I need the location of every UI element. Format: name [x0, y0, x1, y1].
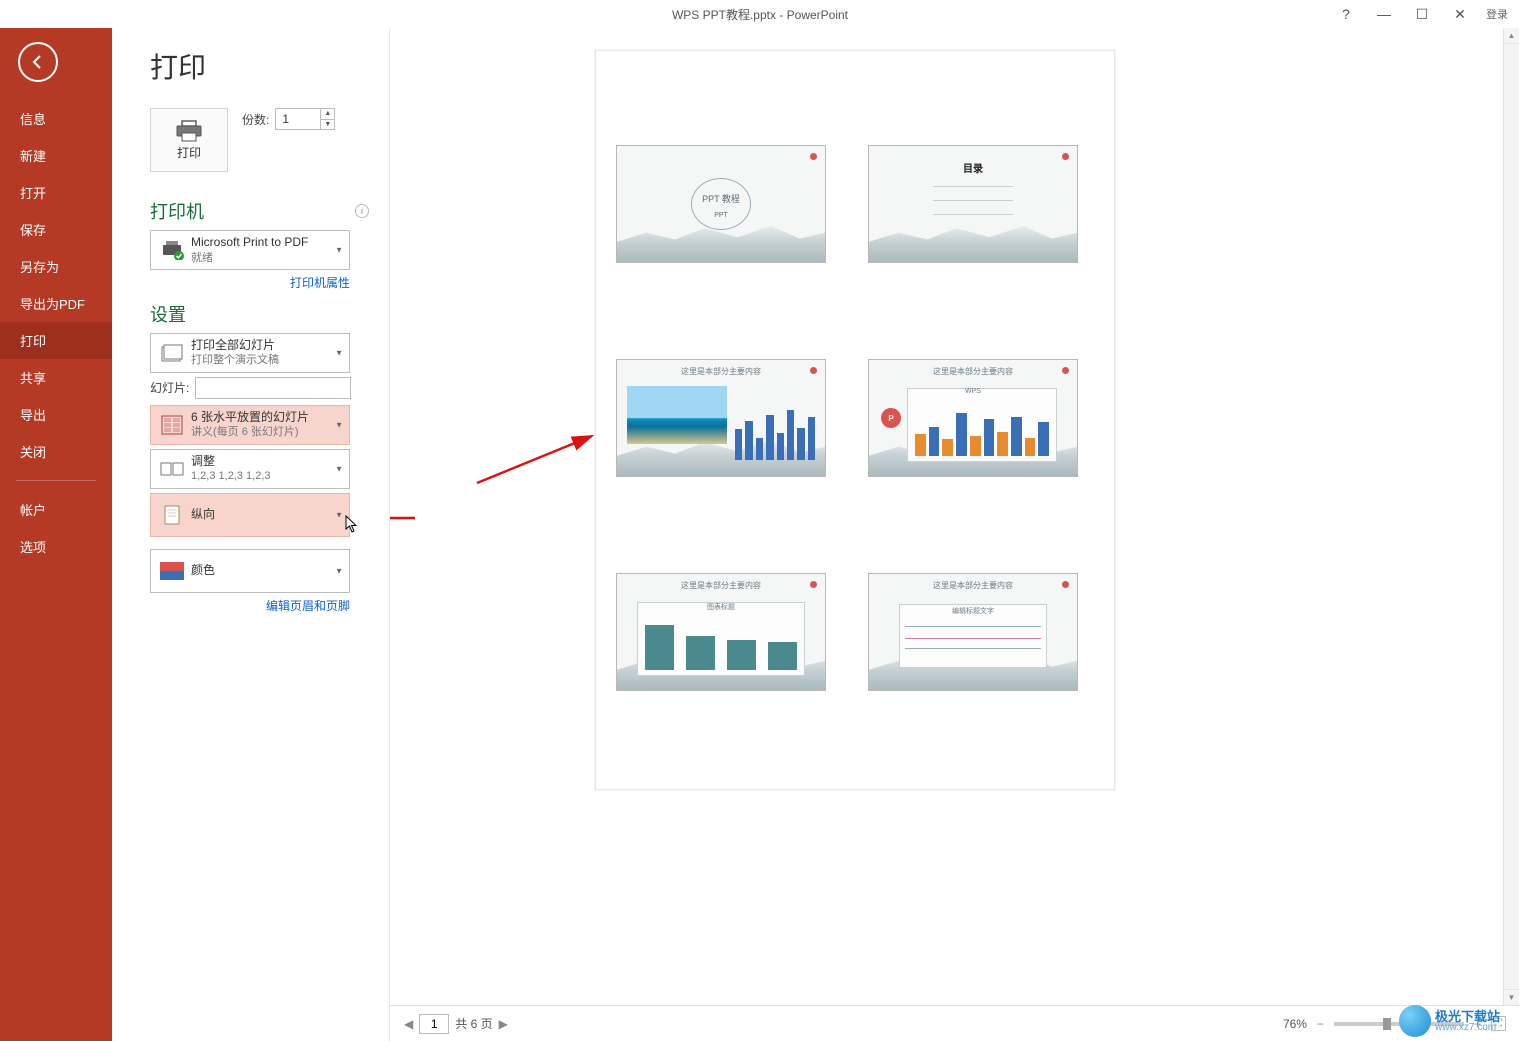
sidebar-item-share[interactable]: 共享	[0, 359, 112, 396]
preview-page: PPT 教程 PPT 目录	[595, 50, 1115, 790]
page-title: 打印	[150, 46, 369, 86]
annotation-arrow-2	[389, 508, 420, 533]
print-button[interactable]: 打印	[150, 108, 228, 172]
window-controls: ? — ☐ ✕ 登录	[1334, 4, 1520, 24]
total-pages-label: 共 6 页	[455, 1015, 492, 1032]
handout-layout-dropdown[interactable]: 6 张水平放置的幻灯片 讲义(每页 6 张幻灯片) ▼	[150, 405, 350, 445]
chevron-down-icon: ▼	[335, 510, 343, 519]
preview-slide-6: 这里是本部分主要内容 编辑标题文字	[868, 573, 1078, 691]
preview-slide-3: 这里是本部分主要内容	[616, 359, 826, 477]
chevron-down-icon: ▼	[335, 348, 343, 357]
print-range-dropdown[interactable]: 打印全部幻灯片 打印整个演示文稿 ▼	[150, 333, 350, 373]
site-logo-icon	[1399, 1005, 1431, 1037]
collate-dropdown[interactable]: 调整 1,2,3 1,2,3 1,2,3 ▼	[150, 449, 350, 489]
sidebar-item-open[interactable]: 打开	[0, 174, 112, 211]
minimize-button[interactable]: —	[1372, 4, 1396, 24]
print-settings-panel: 打印 打印 份数: 1 ▲▼ 打印机	[112, 28, 389, 1041]
sidebar-item-print[interactable]: 打印	[0, 322, 112, 359]
preview-slide-2: 目录	[868, 145, 1078, 263]
sidebar-item-close[interactable]: 关闭	[0, 433, 112, 470]
backstage-sidebar: 信息 新建 打开 保存 另存为 导出为PDF 打印 共享 导出 关闭 帐户 选项	[0, 28, 112, 1041]
zoom-percent-label: 76%	[1283, 1017, 1307, 1031]
scroll-up-icon[interactable]: ▲	[1504, 28, 1519, 44]
next-page-button[interactable]: ▶	[499, 1017, 508, 1031]
slides-range-label: 幻灯片:	[150, 379, 189, 396]
sidebar-divider	[16, 480, 96, 481]
chevron-down-icon: ▼	[335, 464, 343, 473]
printer-status-icon	[159, 237, 185, 263]
sidebar-item-save[interactable]: 保存	[0, 211, 112, 248]
printer-icon	[175, 120, 203, 142]
preview-footer: ◀ 共 6 页 ▶ 76% − + ⛶	[390, 1005, 1520, 1041]
ppt-circle-icon: P	[881, 408, 901, 428]
color-swatch-icon	[160, 562, 184, 580]
scroll-down-icon[interactable]: ▼	[1504, 989, 1519, 1005]
sidebar-item-info[interactable]: 信息	[0, 100, 112, 137]
collate-icon	[159, 456, 185, 482]
annotation-arrow-1	[472, 428, 602, 493]
preview-slide-5: 这里是本部分主要内容 图表标题	[616, 573, 826, 691]
preview-scroll-area[interactable]: PPT 教程 PPT 目录	[390, 28, 1520, 1005]
settings-heading: 设置	[150, 301, 369, 327]
login-link[interactable]: 登录	[1486, 6, 1508, 22]
help-button[interactable]: ?	[1334, 4, 1358, 24]
copies-spinner[interactable]: 1 ▲▼	[275, 108, 335, 130]
back-button[interactable]	[18, 42, 58, 82]
preview-slide-1: PPT 教程 PPT	[616, 145, 826, 263]
chevron-down-icon: ▼	[335, 245, 343, 254]
spin-down-icon[interactable]: ▼	[321, 120, 334, 130]
print-preview-panel: PPT 教程 PPT 目录	[389, 28, 1520, 1041]
back-arrow-icon	[30, 54, 46, 70]
slides-range-input[interactable]	[195, 377, 351, 399]
vertical-scrollbar[interactable]: ▲ ▼	[1503, 28, 1519, 1005]
handout-6-icon	[159, 412, 185, 438]
sidebar-item-export[interactable]: 导出	[0, 396, 112, 433]
chevron-down-icon: ▼	[335, 420, 343, 429]
copies-label: 份数:	[242, 111, 269, 128]
spin-up-icon[interactable]: ▲	[321, 109, 334, 120]
chevron-down-icon: ▼	[335, 566, 343, 575]
prev-page-button[interactable]: ◀	[404, 1017, 413, 1031]
close-button[interactable]: ✕	[1448, 4, 1472, 24]
title-bar: WPS PPT教程.pptx - PowerPoint ? — ☐ ✕ 登录	[0, 0, 1520, 28]
edit-header-footer-link[interactable]: 编辑页眉和页脚	[150, 597, 350, 614]
sidebar-item-saveas[interactable]: 另存为	[0, 248, 112, 285]
page-number-input[interactable]	[419, 1014, 449, 1034]
zoom-out-button[interactable]: −	[1317, 1017, 1324, 1031]
print-button-label: 打印	[177, 144, 201, 161]
site-watermark: 极光下载站 www.xz7.com	[1399, 1005, 1500, 1037]
sidebar-item-options[interactable]: 选项	[0, 528, 112, 565]
printer-heading: 打印机 i	[150, 198, 369, 224]
portrait-icon	[159, 502, 185, 528]
maximize-button[interactable]: ☐	[1410, 4, 1434, 24]
window-title: WPS PPT教程.pptx - PowerPoint	[672, 6, 848, 23]
sidebar-item-account[interactable]: 帐户	[0, 491, 112, 528]
sidebar-item-exportpdf[interactable]: 导出为PDF	[0, 285, 112, 322]
slides-all-icon	[159, 340, 185, 366]
sidebar-item-new[interactable]: 新建	[0, 137, 112, 174]
info-icon[interactable]: i	[355, 204, 369, 218]
color-dropdown[interactable]: 颜色 ▼	[150, 549, 350, 593]
printer-properties-link[interactable]: 打印机属性	[150, 274, 350, 291]
printer-dropdown[interactable]: Microsoft Print to PDF 就绪 ▼	[150, 230, 350, 270]
orientation-dropdown[interactable]: 纵向 ▼	[150, 493, 350, 537]
preview-slide-4: 这里是本部分主要内容 P WPS	[868, 359, 1078, 477]
